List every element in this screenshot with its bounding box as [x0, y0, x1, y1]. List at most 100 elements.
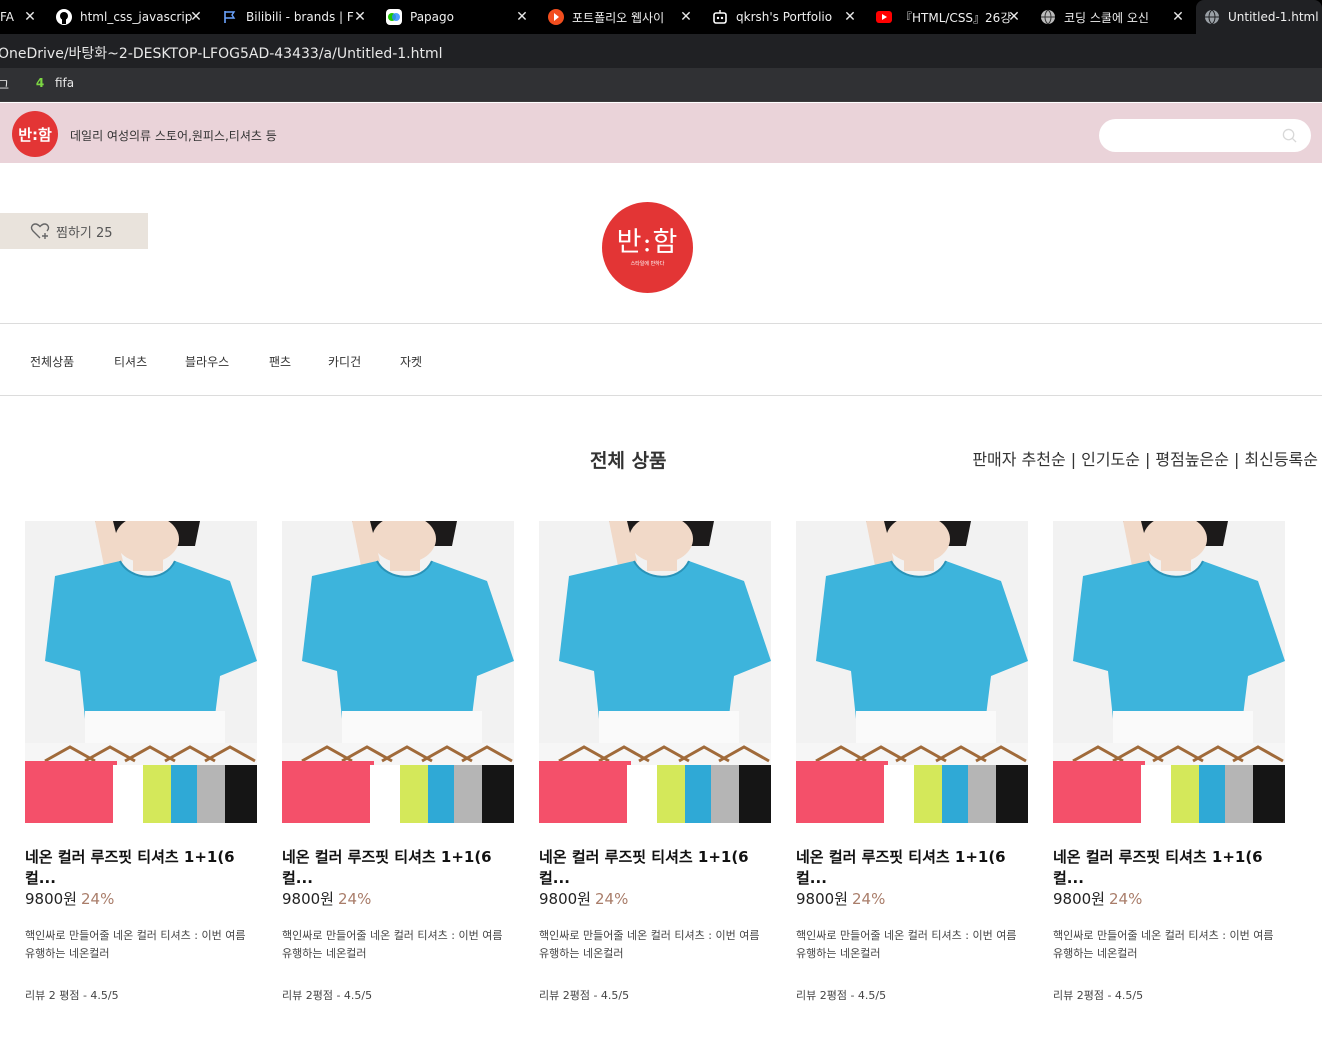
nav-tshirts[interactable]: 티셔츠 [114, 353, 147, 370]
wishlist-button[interactable]: 찜하기 25 [0, 213, 148, 249]
globe-icon [1040, 9, 1056, 25]
product-image[interactable] [25, 521, 257, 823]
nav-cardigans[interactable]: 카디건 [328, 353, 361, 370]
close-icon[interactable]: ✕ [1006, 9, 1022, 25]
top-banner: 반:함 데일리 여성의류 스토어,원피스,티셔츠 등 [0, 103, 1322, 163]
heart-plus-icon [30, 223, 50, 239]
tab-4[interactable]: 포트폴리오 웹사이 ✕ [540, 0, 700, 34]
product-name[interactable]: 네온 컬러 루즈핏 티셔츠 1+1(6 컬... [1053, 847, 1285, 889]
bookmarks-bar: 그 4 fifa [0, 68, 1322, 102]
product-image-wrapper[interactable] [25, 521, 257, 823]
product-price: 9800원 [282, 890, 334, 908]
product-review: 리뷰 2 평점 - 4.5/5 [25, 989, 119, 1002]
product-price: 9800원 [539, 890, 591, 908]
product-card[interactable]: 네온 컬러 루즈핏 티셔츠 1+1(6 컬... 9800원 24% 핵인싸로 만들어… [282, 521, 514, 1003]
sort-popular[interactable]: 인기도순 [1081, 450, 1140, 469]
fifa-icon: 4 [35, 76, 45, 90]
product-description: 핵인싸로 만들어줄 네온 컬러 티셔츠 : 이번 여름 유행하는 네온컬러 [539, 929, 760, 960]
wishlist-label: 찜하기 25 [56, 225, 113, 241]
brand-logo-small[interactable]: 반:함 [12, 111, 58, 157]
address-bar[interactable]: OneDrive/바탕화~2-DESKTOP-LFOG5AD-43433/a/U… [0, 34, 1322, 68]
category-nav: 전체상품 티셔츠 블라우스 팬츠 카디건 자켓 [0, 323, 1322, 396]
tab-0[interactable]: FA ✕ [0, 0, 44, 34]
product-price: 9800원 [1053, 890, 1105, 908]
product-review: 리뷰 2평점 - 4.5/5 [1053, 989, 1144, 1002]
tab-8-active[interactable]: Untitled-1.html [1196, 0, 1322, 34]
search-input[interactable] [1099, 119, 1269, 152]
browser-tab-strip: FA ✕ html_css_javascrip ✕ Bilibili - bra… [0, 0, 1322, 34]
logo-text: 반:함 [18, 125, 52, 144]
brand-logo-main[interactable]: 반:함 스타일에 반하다 [602, 202, 693, 293]
papago-icon [386, 9, 402, 25]
product-card[interactable]: 네온 컬러 루즈핏 티셔츠 1+1(6 컬... 9800원 24% 핵인싸로 만들어… [1053, 521, 1285, 1003]
product-price-row: 9800원 24% [539, 889, 771, 909]
product-description: 핵인싸로 만들어줄 네온 컬러 티셔츠 : 이번 여름 유행하는 네온컬러 [282, 929, 503, 960]
product-price: 9800원 [796, 890, 848, 908]
logo-text: 반:함 [616, 227, 679, 258]
section-title: 전체 상품 [590, 450, 667, 472]
flag-icon [222, 9, 238, 25]
search-icon[interactable] [1282, 128, 1297, 143]
tab-2[interactable]: Bilibili - brands | F ✕ [214, 0, 374, 34]
product-price-row: 9800원 24% [25, 889, 257, 909]
product-discount: 24% [337, 890, 372, 908]
nav-pants[interactable]: 팬츠 [269, 353, 291, 370]
product-card[interactable]: 네온 컬러 루즈핏 티셔츠 1+1(6 컬... 9800원 24% 핵인싸로 만들어… [539, 521, 771, 1003]
product-price-row: 9800원 24% [1053, 889, 1285, 909]
product-name[interactable]: 네온 컬러 루즈핏 티셔츠 1+1(6 컬... [539, 847, 771, 889]
divider: | [1234, 450, 1240, 469]
close-icon[interactable]: ✕ [352, 9, 368, 25]
tab-3[interactable]: Papago ✕ [378, 0, 536, 34]
close-icon[interactable]: ✕ [1170, 9, 1186, 25]
bookmark-item[interactable]: 그 [0, 76, 9, 93]
product-description: 핵인싸로 만들어줄 네온 컬러 티셔츠 : 이번 여름 유행하는 네온컬러 [796, 929, 1017, 960]
product-image[interactable] [282, 521, 514, 823]
product-name[interactable]: 네온 컬러 루즈핏 티셔츠 1+1(6 컬... [282, 847, 514, 889]
nav-blouses[interactable]: 블라우스 [185, 353, 229, 370]
search-box[interactable] [1099, 119, 1311, 152]
product-image[interactable] [796, 521, 1028, 823]
product-discount: 24% [594, 890, 629, 908]
sort-newest[interactable]: 최신등록순 [1244, 450, 1318, 469]
product-description: 핵인싸로 만들어줄 네온 컬러 티셔츠 : 이번 여름 유행하는 네온컬러 [25, 929, 246, 960]
close-icon[interactable]: ✕ [678, 9, 694, 25]
tab-title: Untitled-1.html [1228, 10, 1319, 24]
product-price-row: 9800원 24% [282, 889, 514, 909]
sort-recommended[interactable]: 판매자 추천순 [972, 450, 1065, 469]
nav-all-products[interactable]: 전체상품 [30, 353, 74, 370]
tab-7[interactable]: 코딩 스쿨에 오신 ✕ [1032, 0, 1192, 34]
close-icon[interactable]: ✕ [188, 9, 204, 25]
globe-icon [1204, 9, 1220, 25]
product-price: 9800원 [25, 890, 77, 908]
robot-icon [712, 9, 728, 25]
product-image[interactable] [539, 521, 771, 823]
product-description: 핵인싸로 만들어줄 네온 컬러 티셔츠 : 이번 여름 유행하는 네온컬러 [1053, 929, 1274, 960]
product-review: 리뷰 2평점 - 4.5/5 [796, 989, 887, 1002]
product-card[interactable]: 네온 컬러 루즈핏 티셔츠 1+1(6 컬... 9800원 24% 핵인싸로 만들어… [796, 521, 1028, 1003]
close-icon[interactable]: ✕ [514, 9, 530, 25]
product-image-wrapper[interactable] [282, 521, 514, 823]
logo-subtext: 스타일에 반하다 [630, 261, 665, 267]
divider: | [1070, 450, 1077, 469]
sort-rating[interactable]: 평점높은순 [1155, 450, 1229, 469]
product-price-row: 9800원 24% [796, 889, 1028, 909]
product-card[interactable]: 네온 컬러 루즈핏 티셔츠 1+1(6 컬... 9800원 24% 핵인싸로 만들어… [25, 521, 257, 1003]
url-text[interactable]: OneDrive/바탕화~2-DESKTOP-LFOG5AD-43433/a/U… [0, 43, 443, 63]
product-review: 리뷰 2평점 - 4.5/5 [282, 989, 373, 1002]
tab-1[interactable]: html_css_javascrip ✕ [48, 0, 210, 34]
close-icon[interactable]: ✕ [842, 9, 858, 25]
product-image-wrapper[interactable] [796, 521, 1028, 823]
product-name[interactable]: 네온 컬러 루즈핏 티셔츠 1+1(6 컬... [25, 847, 257, 889]
product-image-wrapper[interactable] [1053, 521, 1285, 823]
product-name[interactable]: 네온 컬러 루즈핏 티셔츠 1+1(6 컬... [796, 847, 1028, 889]
bookmark-fifa[interactable]: 4 fifa [33, 76, 74, 90]
product-discount: 24% [1108, 890, 1143, 908]
product-image[interactable] [1053, 521, 1285, 823]
tab-5[interactable]: qkrsh's Portfolio ✕ [704, 0, 864, 34]
tab-6[interactable]: 『HTML/CSS』26강 ✕ [868, 0, 1028, 34]
product-review: 리뷰 2평점 - 4.5/5 [539, 989, 630, 1002]
product-image-wrapper[interactable] [539, 521, 771, 823]
close-icon[interactable]: ✕ [22, 9, 38, 25]
nav-jackets[interactable]: 자켓 [400, 353, 422, 370]
bookmark-label: 그 [0, 78, 10, 92]
